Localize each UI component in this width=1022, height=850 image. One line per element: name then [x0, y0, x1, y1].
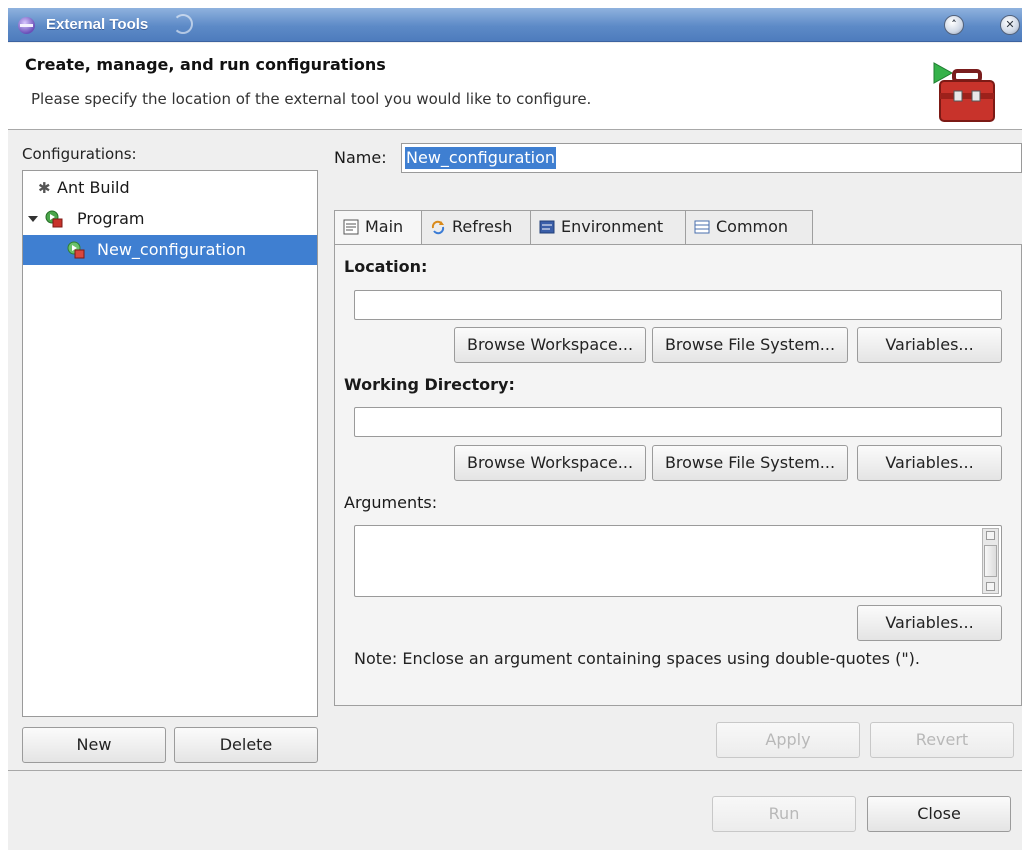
title-bar[interactable]: External Tools ˄ ✕: [8, 8, 1022, 42]
delete-button[interactable]: Delete: [174, 727, 318, 763]
tab-common[interactable]: Common: [685, 210, 813, 244]
close-window-button[interactable]: ✕: [1000, 15, 1020, 35]
environment-icon: [539, 220, 555, 234]
eclipse-icon: [18, 17, 35, 34]
scroll-thumb[interactable]: [984, 545, 997, 577]
main-tab-panel: Location: Browse Workspace... Browse Fil…: [334, 244, 1022, 706]
run-button[interactable]: Run: [712, 796, 856, 832]
browse-workspace-button[interactable]: Browse Workspace...: [454, 445, 646, 481]
location-variables-button[interactable]: Variables...: [857, 327, 1002, 363]
scroll-down-icon[interactable]: [986, 582, 995, 591]
location-field[interactable]: [354, 290, 1002, 320]
refresh-icon: [431, 220, 445, 235]
program-icon: [45, 210, 63, 228]
scroll-up-icon[interactable]: [986, 531, 995, 540]
name-field-value: New_configuration: [405, 147, 557, 169]
external-tools-dialog: External Tools ˄ ✕ Create, manage, and r…: [8, 8, 1022, 850]
header-title: Create, manage, and run configurations: [25, 55, 386, 74]
window-title: External Tools: [46, 16, 149, 33]
tree-item-program[interactable]: Program: [23, 204, 317, 234]
working-directory-field[interactable]: [354, 407, 1002, 437]
tab-label: Main: [365, 217, 404, 236]
tab-label: Common: [716, 217, 789, 236]
arguments-label: Arguments:: [344, 493, 438, 512]
configurations-tree[interactable]: ✱ Ant Build Program New_configuration: [22, 170, 318, 717]
tab-main[interactable]: Main: [334, 210, 422, 246]
tree-item-ant-build[interactable]: ✱ Ant Build: [23, 173, 317, 203]
browse-file-system-button[interactable]: Browse File System...: [652, 445, 848, 481]
working-directory-variables-button[interactable]: Variables...: [857, 445, 1002, 481]
revert-button[interactable]: Revert: [870, 722, 1014, 758]
ant-icon: ✱: [38, 179, 51, 197]
tab-label: Refresh: [452, 217, 513, 236]
new-button[interactable]: New: [22, 727, 166, 763]
footer-separator: [8, 770, 1022, 771]
tab-environment[interactable]: Environment: [530, 210, 686, 244]
arguments-scrollbar[interactable]: [982, 528, 999, 594]
header-message: Please specify the location of the exter…: [31, 90, 592, 108]
shade-button[interactable]: ˄: [944, 15, 964, 35]
tree-item-new-configuration[interactable]: New_configuration: [23, 235, 317, 265]
name-field[interactable]: New_configuration: [401, 143, 1022, 173]
swirl-icon: [173, 14, 193, 34]
tree-item-label: Program: [77, 209, 145, 228]
tab-refresh[interactable]: Refresh: [421, 210, 531, 244]
browse-file-system-button[interactable]: Browse File System...: [652, 327, 848, 363]
dialog-header: Create, manage, and run configurations P…: [8, 43, 1022, 130]
apply-button[interactable]: Apply: [716, 722, 860, 758]
browse-workspace-button[interactable]: Browse Workspace...: [454, 327, 646, 363]
arguments-note: Note: Enclose an argument containing spa…: [354, 649, 920, 668]
arguments-variables-button[interactable]: Variables...: [857, 605, 1002, 641]
expand-arrow-icon[interactable]: [28, 216, 38, 222]
tree-item-label: New_configuration: [97, 240, 247, 259]
toolbox-icon: [933, 62, 995, 122]
working-directory-label: Working Directory:: [344, 375, 515, 394]
location-label: Location:: [344, 257, 428, 276]
configuration-icon: [67, 241, 85, 259]
arguments-field[interactable]: [354, 525, 1002, 597]
common-icon: [694, 220, 710, 234]
main-tab-icon: [343, 219, 359, 235]
configurations-label: Configurations:: [22, 145, 137, 163]
close-button[interactable]: Close: [867, 796, 1011, 832]
tree-item-label: Ant Build: [57, 178, 130, 197]
tab-label: Environment: [561, 217, 664, 236]
name-label: Name:: [334, 148, 387, 167]
